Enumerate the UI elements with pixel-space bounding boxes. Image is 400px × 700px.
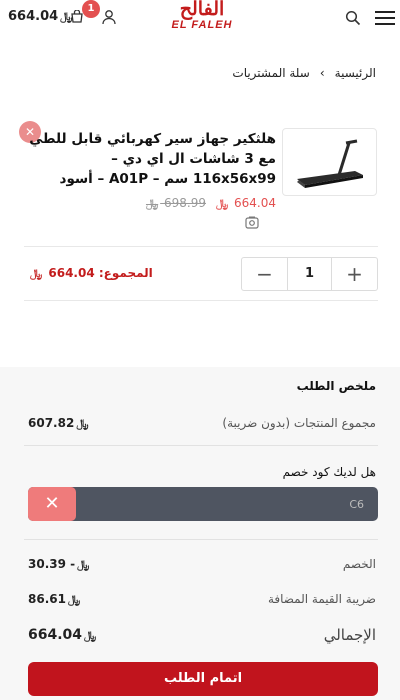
increase-quantity-button[interactable]: + xyxy=(332,258,377,290)
summary-title: ملخص الطلب xyxy=(296,379,376,393)
vat-label: ضريبة القيمة المضافة xyxy=(267,592,376,606)
riyal-icon: ﷼ xyxy=(67,593,81,606)
site-header: ﷼664.04 1 الفالح EL FALEH xyxy=(0,0,400,36)
subtotal-label: مجموع المنتجات (بدون ضريبة) xyxy=(222,416,376,430)
coupon-input[interactable] xyxy=(104,496,364,512)
product-title[interactable]: هلثكير جهاز سير كهربائي قابل للطي مع 3 ش… xyxy=(26,129,276,189)
subtotal-value: ﷼607.82 xyxy=(28,416,89,430)
coupon-icon xyxy=(245,216,259,229)
divider xyxy=(24,246,378,247)
riyal-icon: ﷼ xyxy=(30,267,43,280)
total-label: الإجمالي xyxy=(323,626,376,644)
riyal-icon: ﷼ xyxy=(77,558,90,571)
coupon-question: هل لديك كود خصم xyxy=(282,465,376,479)
riyal-icon: ﷼ xyxy=(84,629,97,642)
quantity-stepper[interactable]: − 1 + xyxy=(241,257,378,291)
line-total-label: المجموع: xyxy=(98,266,153,280)
line-total: المجموع: 664.04 ﷼ xyxy=(28,266,153,281)
site-logo[interactable]: الفالح EL FALEH xyxy=(168,0,236,34)
breadcrumb-home[interactable]: الرئيسية xyxy=(335,66,376,80)
discount-value: ﷼- 30.39 xyxy=(28,557,90,571)
breadcrumb: الرئيسية › سلة المشتريات xyxy=(232,66,376,80)
product-image[interactable] xyxy=(282,128,377,196)
divider xyxy=(24,539,378,540)
menu-icon[interactable] xyxy=(374,10,396,26)
logo-arabic: الفالح xyxy=(179,0,225,20)
total-value: ﷼664.04 xyxy=(28,627,97,643)
divider xyxy=(24,300,378,301)
riyal-icon: ﷼ xyxy=(76,417,89,430)
original-price: 698.99 ﷼ xyxy=(145,196,206,210)
riyal-icon: ﷼ xyxy=(145,197,159,210)
order-summary: ملخص الطلب مجموع المنتجات (بدون ضريبة) ﷼… xyxy=(0,367,400,700)
logo-english: EL FALEH xyxy=(171,19,233,31)
sale-price: 664.04 ﷼ xyxy=(215,196,276,210)
riyal-icon: ﷼ xyxy=(215,197,229,210)
product-price: 664.04 ﷼ 698.99 ﷼ xyxy=(144,196,276,211)
divider xyxy=(24,445,378,446)
coupon-field[interactable]: ✕ xyxy=(28,487,378,521)
quantity-value[interactable]: 1 xyxy=(287,258,332,290)
breadcrumb-separator: › xyxy=(319,66,325,80)
search-icon[interactable] xyxy=(345,10,361,26)
coupon-clear-button[interactable]: ✕ xyxy=(28,487,76,521)
vat-value: ﷼86.61 xyxy=(28,592,81,606)
user-icon[interactable] xyxy=(101,9,117,25)
breadcrumb-current: سلة المشتريات xyxy=(232,66,310,80)
line-total-value: 664.04 xyxy=(48,266,95,280)
header-cart-total[interactable]: ﷼664.04 xyxy=(8,9,74,24)
treadmill-image xyxy=(297,139,363,188)
checkout-button[interactable]: اتمام الطلب xyxy=(28,662,378,696)
discount-label: الخصم xyxy=(342,557,376,571)
decrease-quantity-button[interactable]: − xyxy=(242,258,287,290)
cart-count-badge: 1 xyxy=(82,0,100,18)
